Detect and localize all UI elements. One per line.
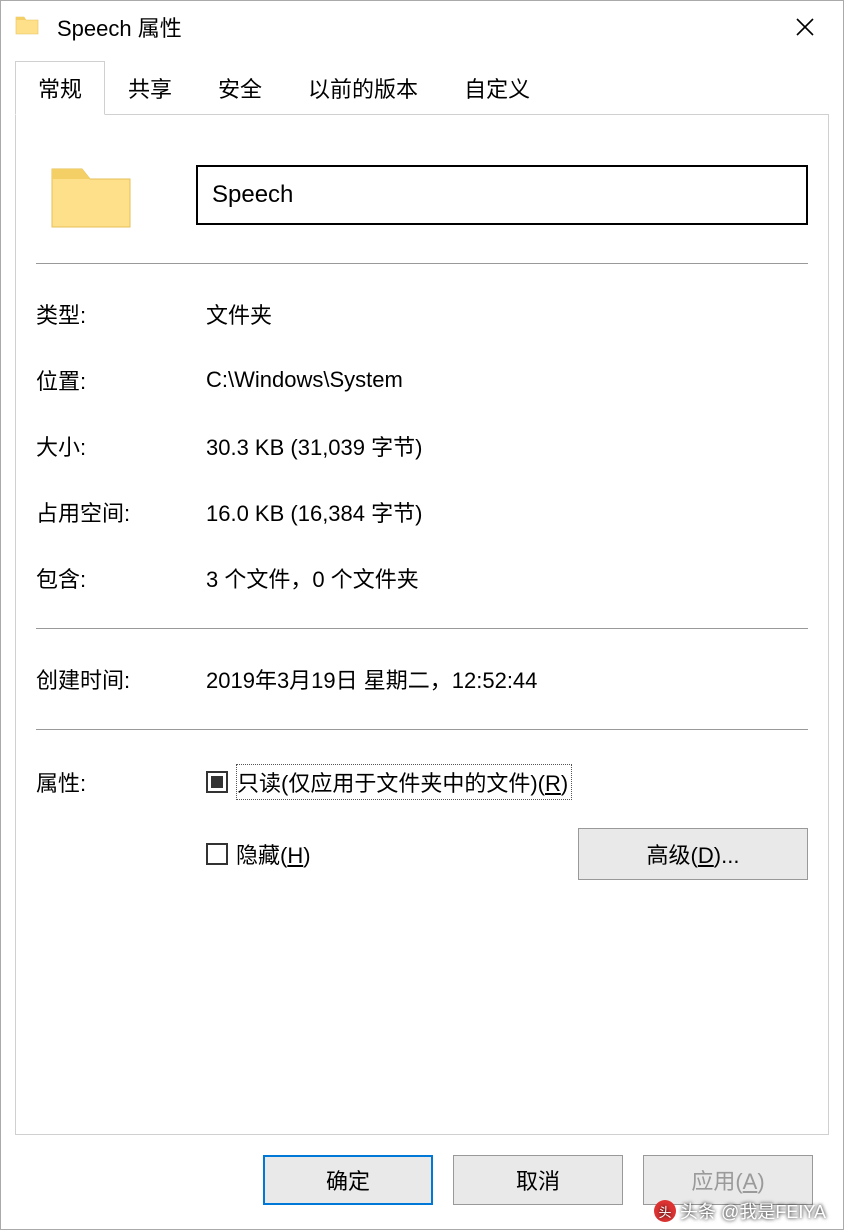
type-label: 类型: [36,298,206,330]
tab-customize[interactable]: 自定义 [441,61,553,114]
tab-security[interactable]: 安全 [195,61,285,114]
content-area: 常规 共享 安全 以前的版本 自定义 类型: 文件夹 [1,53,843,1229]
contains-row: 包含: 3 个文件，0 个文件夹 [36,562,808,594]
disk-size-row: 占用空间: 16.0 KB (16,384 字节) [36,496,808,528]
divider [36,628,808,629]
titlebar: Speech 属性 [1,1,843,53]
button-bar: 确定 取消 应用(A) [15,1135,829,1229]
tab-label: 自定义 [464,77,530,102]
contains-value: 3 个文件，0 个文件夹 [206,562,419,594]
location-value: C:\Windows\System [206,367,403,393]
apply-button[interactable]: 应用(A) [643,1155,813,1205]
advanced-button[interactable]: 高级(D)... [578,828,808,880]
tab-general[interactable]: 常规 [15,61,105,115]
close-icon [796,18,814,36]
created-value: 2019年3月19日 星期二，12:52:44 [206,663,537,695]
divider [36,263,808,264]
size-label: 大小: [36,430,206,462]
size-value: 30.3 KB (31,039 字节) [206,430,422,462]
type-value: 文件夹 [206,298,272,330]
cancel-button[interactable]: 取消 [453,1155,623,1205]
location-row: 位置: C:\Windows\System [36,364,808,396]
folder-icon [46,155,136,235]
tab-panel-general: 类型: 文件夹 位置: C:\Windows\System 大小: 30.3 K… [15,115,829,1135]
disk-size-value: 16.0 KB (16,384 字节) [206,496,422,528]
type-row: 类型: 文件夹 [36,298,808,330]
disk-size-label: 占用空间: [36,496,206,528]
tab-previous-versions[interactable]: 以前的版本 [285,61,441,114]
folder-name-input[interactable] [196,165,808,225]
name-row [36,155,808,235]
divider [36,729,808,730]
created-row: 创建时间: 2019年3月19日 星期二，12:52:44 [36,663,808,695]
created-label: 创建时间: [36,663,206,695]
tab-label: 安全 [218,77,262,102]
hidden-label: 隐藏(H) [236,838,311,870]
titlebar-title: Speech 属性 [57,11,775,43]
folder-icon [15,13,39,41]
hidden-checkbox[interactable] [206,843,228,865]
readonly-row: 只读(仅应用于文件夹中的文件)(R) [206,764,808,800]
tab-label: 常规 [38,77,82,102]
tabs: 常规 共享 安全 以前的版本 自定义 [15,61,829,115]
location-label: 位置: [36,364,206,396]
tab-label: 以前的版本 [308,77,418,102]
readonly-checkbox[interactable] [206,771,228,793]
close-button[interactable] [775,7,835,47]
ok-button[interactable]: 确定 [263,1155,433,1205]
readonly-label: 只读(仅应用于文件夹中的文件)(R) [236,764,572,800]
attributes-label: 属性: [36,764,206,798]
tab-sharing[interactable]: 共享 [105,61,195,114]
tab-label: 共享 [128,77,172,102]
attributes-row: 属性: 只读(仅应用于文件夹中的文件)(R) 隐藏(H) 高级(D)... [36,764,808,880]
contains-label: 包含: [36,562,206,594]
size-row: 大小: 30.3 KB (31,039 字节) [36,430,808,462]
properties-dialog: Speech 属性 常规 共享 安全 以前的版本 自定义 [0,0,844,1230]
